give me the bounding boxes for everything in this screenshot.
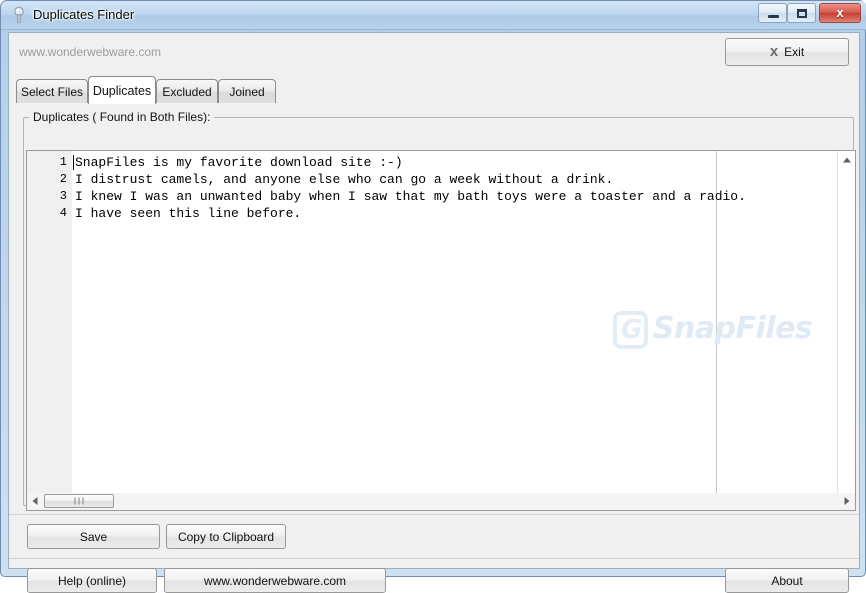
snapfiles-watermark: G SnapFiles [613, 311, 813, 349]
horizontal-scrollbar[interactable] [26, 493, 856, 511]
title-bar: Duplicates Finder x [1, 1, 866, 30]
groupbox-label: Duplicates ( Found in Both Files): [29, 110, 215, 124]
save-button[interactable]: Save [27, 524, 160, 549]
scroll-left-arrow-icon[interactable] [27, 493, 43, 509]
save-button-label: Save [79, 529, 108, 544]
code-line: I have seen this line before. [75, 206, 302, 221]
watermark-text: SnapFiles [652, 311, 813, 346]
help-online-button[interactable]: Help (online) [27, 568, 157, 593]
about-button[interactable]: About [725, 568, 849, 593]
code-line: I distrust camels, and anyone else who c… [75, 172, 614, 187]
close-x-icon: x [769, 42, 779, 60]
minimize-button[interactable] [758, 3, 787, 23]
close-icon: x [836, 5, 844, 20]
tab-joined[interactable]: Joined [218, 79, 276, 103]
scroll-up-arrow-icon[interactable] [838, 151, 855, 168]
header-url-label: www.wonderwebware.com [19, 45, 162, 59]
about-button-label: About [771, 573, 803, 588]
tab-strip: Select Files Duplicates Excluded Joined [16, 76, 854, 104]
close-button[interactable]: x [819, 3, 861, 23]
code-line: I knew I was an unwanted baby when I saw… [75, 189, 746, 204]
panel-divider-bottom [9, 558, 859, 559]
website-button-label: www.wonderwebware.com [203, 573, 347, 588]
tab-label: Joined [229, 84, 265, 99]
text-caret [73, 155, 74, 170]
copy-button-label: Copy to Clipboard [177, 529, 275, 544]
maximize-button[interactable] [787, 3, 816, 23]
tab-select-files[interactable]: Select Files [16, 79, 88, 103]
tab-label: Duplicates [92, 83, 152, 98]
window-title: Duplicates Finder [33, 7, 135, 22]
tab-label: Excluded [162, 84, 212, 99]
application-window: Duplicates Finder x www.wonderwebware.co… [0, 0, 866, 593]
grip-icon [74, 497, 84, 505]
help-button-label: Help (online) [57, 573, 127, 588]
vertical-scrollbar[interactable] [837, 151, 855, 506]
app-pin-icon [11, 6, 27, 24]
line-number: 3 [59, 189, 67, 203]
copy-to-clipboard-button[interactable]: Copy to Clipboard [166, 524, 286, 549]
code-line: SnapFiles is my favorite download site :… [75, 155, 403, 170]
scroll-right-arrow-icon[interactable] [839, 493, 855, 509]
line-number: 1 [59, 155, 67, 169]
exit-button[interactable]: x Exit [725, 38, 849, 66]
horizontal-scroll-thumb[interactable] [44, 494, 114, 508]
line-number-gutter: 1 2 3 4 [27, 151, 73, 506]
line-number: 2 [59, 172, 67, 186]
exit-button-label: Exit [784, 45, 805, 59]
website-button[interactable]: www.wonderwebware.com [164, 568, 386, 593]
code-text-area[interactable]: G SnapFiles SnapFiles is my favorite down… [73, 151, 855, 506]
watermark-badge: G [613, 311, 648, 349]
tab-excluded[interactable]: Excluded [156, 79, 218, 103]
tab-label: Select Files [20, 84, 84, 99]
dialog-client-area: www.wonderwebware.com x Exit Select File… [8, 32, 860, 593]
line-number: 4 [59, 206, 67, 220]
duplicates-text-editor[interactable]: 1 2 3 4 G SnapFiles SnapFiles is my favor… [26, 150, 856, 507]
tab-duplicates[interactable]: Duplicates [88, 76, 156, 104]
panel-divider-top [9, 514, 859, 515]
